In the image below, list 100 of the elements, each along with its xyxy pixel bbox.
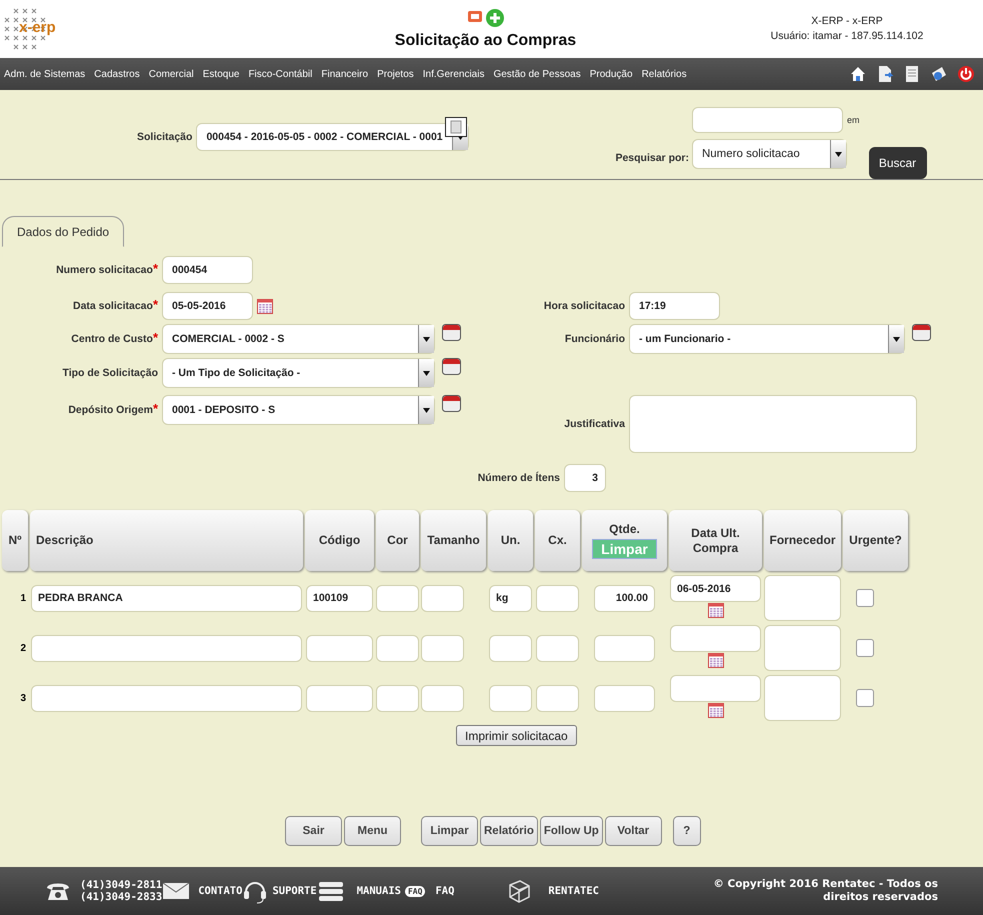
add-icon[interactable] [484, 8, 504, 28]
phone-number: (41)3049-2833 [80, 891, 162, 903]
text-field[interactable] [376, 584, 419, 612]
text-field[interactable] [376, 634, 419, 662]
field-label: Número de Ítens [476, 472, 560, 484]
menu-item[interactable]: Projetos [377, 68, 414, 80]
checkbox[interactable] [856, 589, 874, 607]
action-button[interactable]: ? [672, 816, 701, 846]
text-field[interactable] [421, 634, 464, 662]
power-icon[interactable] [957, 65, 975, 83]
field-label: Data solicitacao* [72, 300, 158, 312]
print-icon[interactable] [445, 117, 468, 137]
document-arrow-icon[interactable] [876, 65, 894, 83]
text-field[interactable] [421, 684, 464, 712]
menu-item[interactable]: Inf.Gerenciais [422, 68, 484, 80]
column-header: Un. [488, 510, 533, 571]
menu-item[interactable]: Cadastros [94, 68, 140, 80]
text-field[interactable]: 05-05-2016 [162, 292, 253, 320]
dropdown[interactable]: COMERCIAL - 0002 - S [162, 324, 435, 354]
search-button[interactable]: Buscar [868, 147, 926, 179]
menu-item[interactable]: Relatórios [642, 68, 687, 80]
logo: x-erp [2, 2, 64, 56]
card-icon [912, 324, 931, 341]
footer-link[interactable]: MANUAIS [356, 885, 401, 897]
menu-item[interactable]: Comercial [148, 68, 194, 80]
column-header: Fornecedor [764, 510, 841, 571]
action-button[interactable]: Follow Up [540, 816, 603, 846]
faq-badge: FAQ [404, 886, 426, 896]
card-icon [442, 395, 461, 412]
menu-item[interactable]: Financeiro [321, 68, 368, 80]
action-button[interactable]: Voltar [604, 816, 662, 846]
text-field[interactable] [489, 684, 532, 712]
field-label: Hora solicitacao [542, 300, 625, 312]
dropdown[interactable]: 000454 - 2016-05-05 - 0002 - COMERCIAL - 0001 [196, 123, 470, 151]
text-field[interactable] [594, 684, 655, 712]
text-field[interactable]: 100109 [306, 584, 373, 612]
text-field[interactable] [536, 634, 579, 662]
text-field[interactable] [306, 634, 373, 662]
footer-link[interactable]: FAQ [435, 885, 454, 897]
text-field[interactable]: kg [489, 584, 532, 612]
field-label: Centro de Custo* [70, 333, 158, 345]
card-icon [442, 358, 461, 375]
caret-icon [834, 152, 842, 156]
search-field[interactable] [692, 107, 843, 133]
footer-link[interactable]: SUPORTE [272, 885, 317, 897]
menu-item[interactable]: Gestão de Pessoas [493, 68, 581, 80]
menu-item[interactable]: Produção [590, 68, 633, 80]
number-field[interactable]: 3 [564, 464, 606, 492]
column-header: Código [305, 510, 374, 571]
text-field[interactable] [421, 584, 464, 612]
dropdown[interactable]: 0001 - DEPOSITO - S [162, 395, 435, 425]
field-label: Depósito Origem* [67, 404, 158, 416]
text-area[interactable] [629, 395, 917, 453]
field-label: Numero solicitacao* [55, 264, 158, 276]
user-info: Usuário: itamar - 187.95.114.102 [770, 29, 924, 44]
action-button[interactable]: Limpar [421, 816, 478, 846]
date-field[interactable] [670, 675, 761, 702]
text-field[interactable]: 100.00 [594, 584, 655, 612]
checkbox[interactable] [856, 639, 874, 657]
text-area[interactable] [764, 675, 841, 721]
print-button[interactable]: Imprimir solicitacao [456, 725, 577, 746]
text-field[interactable] [31, 634, 302, 662]
date-field[interactable] [670, 625, 761, 652]
field-label: Tipo de Solicitação [62, 367, 158, 379]
dropdown[interactable]: - Um Tipo de Solicitação - [162, 358, 435, 388]
action-button[interactable]: Menu [344, 816, 401, 846]
column-header: Cx. [535, 510, 580, 571]
text-field[interactable] [306, 684, 373, 712]
text-field[interactable]: PEDRA BRANCA [31, 584, 302, 612]
document-icon [466, 8, 482, 24]
field-label: Funcionário [564, 333, 625, 345]
action-button[interactable]: Relatório [480, 816, 538, 846]
text-area[interactable] [764, 575, 841, 621]
footer-link[interactable]: RENTATEC [548, 885, 599, 897]
home-icon[interactable] [849, 65, 867, 83]
menu-item[interactable]: Estoque [202, 68, 240, 80]
tab[interactable]: Dados do Pedido [2, 216, 124, 247]
text-field[interactable] [536, 584, 579, 612]
checkbox[interactable] [856, 689, 874, 707]
text-field[interactable] [489, 634, 532, 662]
text-field[interactable] [31, 684, 302, 712]
action-button[interactable]: Sair [285, 816, 342, 846]
calendar-icon [708, 703, 724, 718]
text-area[interactable] [764, 625, 841, 671]
footer-link[interactable]: CONTATO [198, 885, 242, 897]
text-field[interactable] [536, 684, 579, 712]
menu-item[interactable]: Fisco-Contábil [248, 68, 312, 80]
text-field[interactable] [594, 634, 655, 662]
card-icon [442, 324, 461, 341]
field-label: Pesquisar por: [615, 152, 689, 166]
column-header: Qtde. Limpar [582, 510, 667, 571]
text-field[interactable]: 17:19 [629, 292, 720, 320]
text-field[interactable]: 000454 [162, 256, 253, 284]
document-icon[interactable] [903, 65, 921, 83]
menu-item[interactable]: Adm. de Sistemas [4, 68, 86, 80]
dropdown[interactable]: Numero solicitacao [692, 139, 847, 169]
date-field[interactable]: 06-05-2016 [670, 575, 761, 602]
field-suffix: em [846, 115, 860, 125]
dropdown[interactable]: - um Funcionario - [629, 324, 905, 354]
text-field[interactable] [376, 684, 419, 712]
